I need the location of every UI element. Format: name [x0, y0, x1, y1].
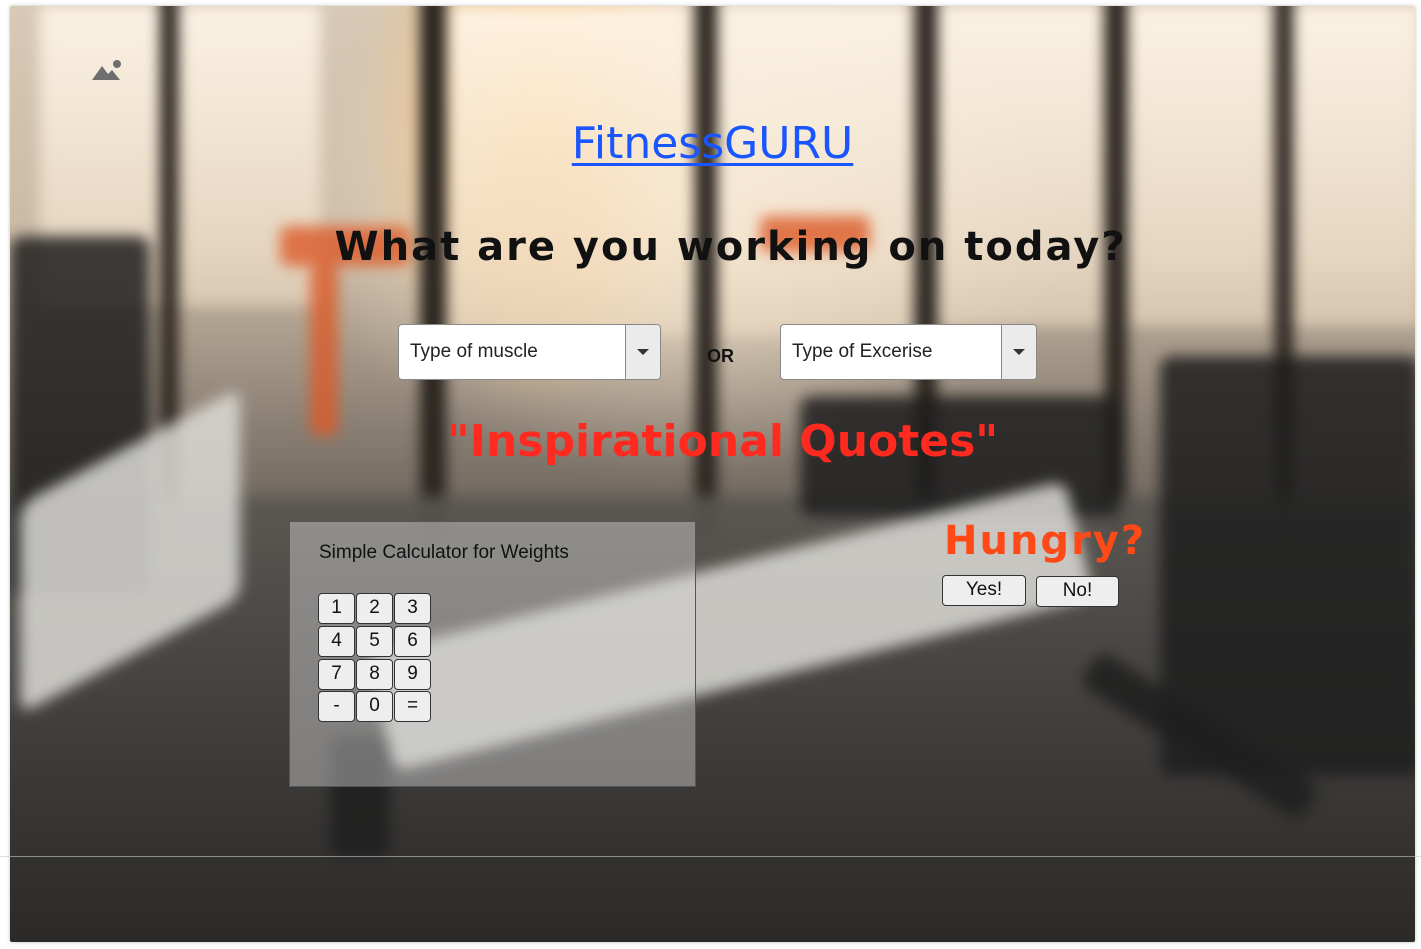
hungry-yes-button[interactable]: Yes! — [942, 575, 1026, 606]
weights-calculator: Simple Calculator for Weights 1 2 3 4 5 … — [289, 521, 696, 787]
or-label: OR — [707, 346, 734, 366]
calc-key-9[interactable]: 9 — [394, 659, 431, 690]
image-placeholder-icon — [92, 60, 121, 80]
exercise-type-select-value: Type of Excerise — [792, 341, 933, 362]
muscle-type-select[interactable]: Type of muscle — [398, 324, 661, 380]
caret-down-icon — [1001, 325, 1036, 379]
page-frame: FitnessGURU What are you working on toda… — [10, 6, 1415, 942]
page-headline: What are you working on today? — [334, 224, 1127, 270]
hungry-heading: Hungry? — [944, 518, 1147, 564]
exercise-type-select[interactable]: Type of Excerise — [780, 324, 1037, 380]
calc-key-7[interactable]: 7 — [318, 659, 355, 690]
calc-key-1[interactable]: 1 — [318, 593, 355, 624]
calc-key-3[interactable]: 3 — [394, 593, 431, 624]
calc-key-2[interactable]: 2 — [356, 593, 393, 624]
caret-down-icon — [625, 325, 660, 379]
calculator-title: Simple Calculator for Weights — [319, 542, 569, 563]
brand-link[interactable]: FitnessGURU — [10, 118, 1415, 169]
hungry-no-button[interactable]: No! — [1036, 576, 1119, 607]
muscle-type-select-value: Type of muscle — [410, 341, 538, 362]
calc-key-5[interactable]: 5 — [356, 626, 393, 657]
calc-key-minus[interactable]: - — [318, 691, 355, 722]
calc-key-8[interactable]: 8 — [356, 659, 393, 690]
calc-key-6[interactable]: 6 — [394, 626, 431, 657]
inspirational-quotes-heading: "Inspirational Quotes" — [446, 416, 999, 467]
divider — [0, 856, 1421, 857]
calc-key-4[interactable]: 4 — [318, 626, 355, 657]
calc-key-equals[interactable]: = — [394, 691, 431, 722]
calc-key-0[interactable]: 0 — [356, 691, 393, 722]
